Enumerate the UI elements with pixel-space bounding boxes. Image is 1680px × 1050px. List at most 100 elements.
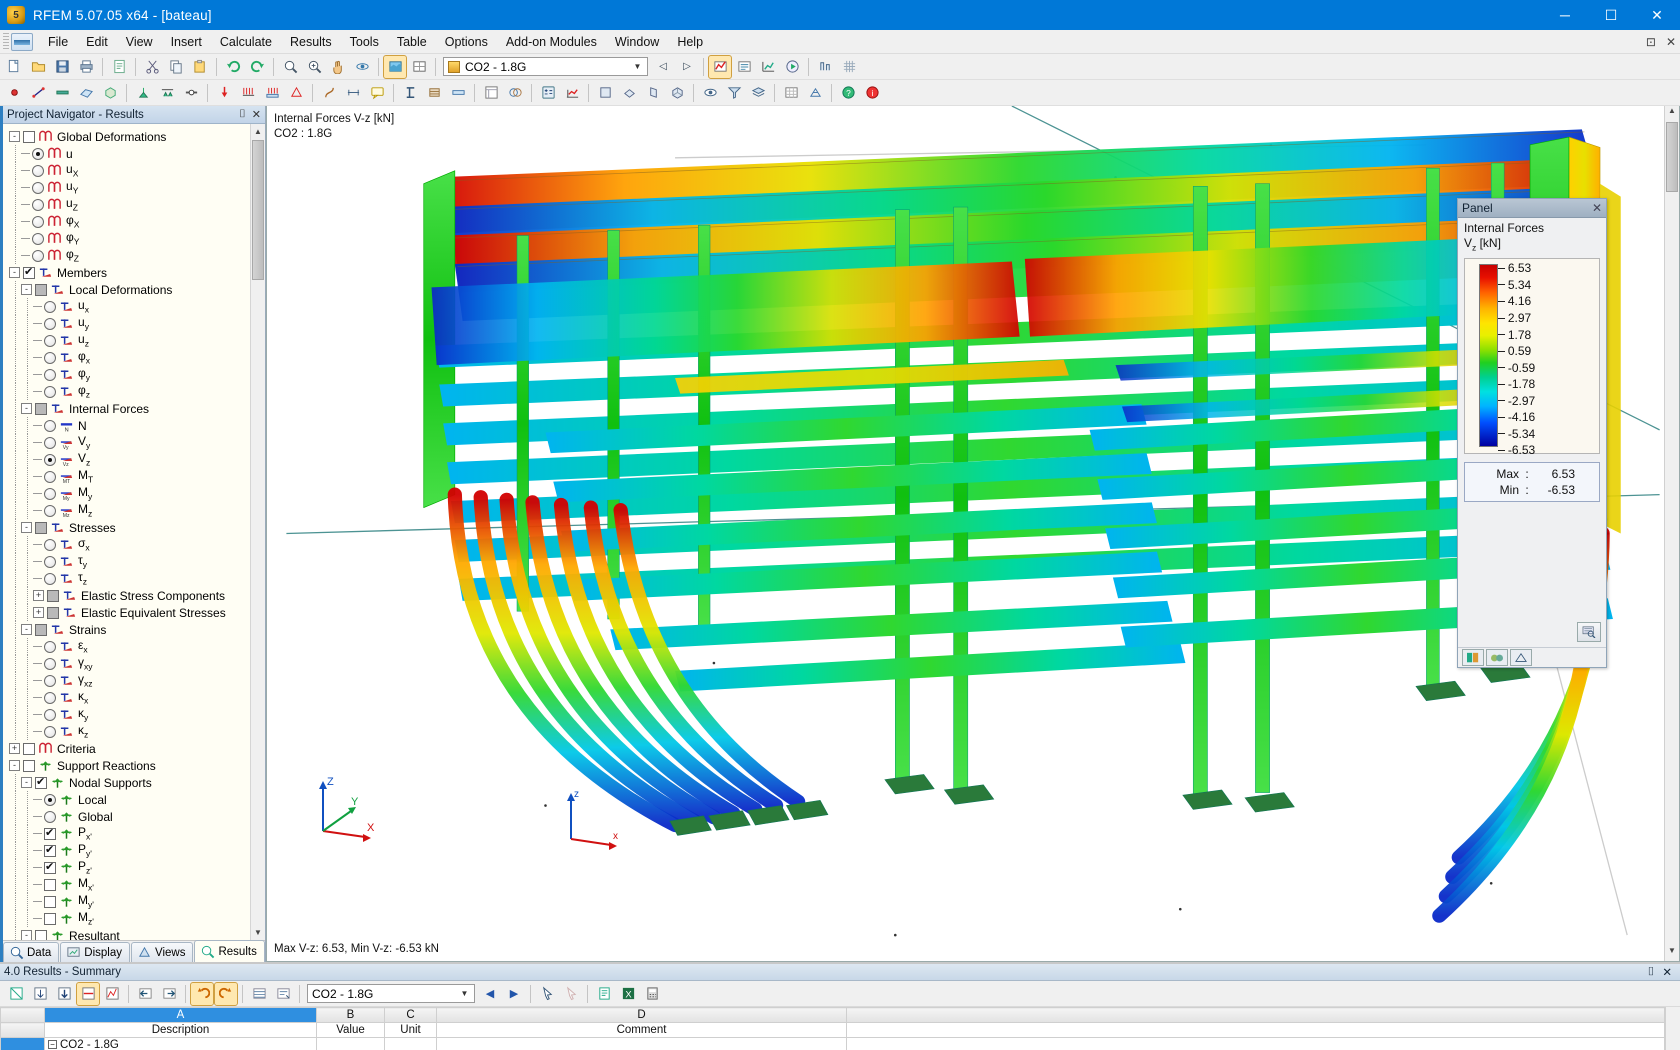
next-loadcase-button[interactable]: ▷: [676, 56, 698, 78]
tree-item-p[interactable]: Pz': [9, 859, 265, 876]
window-controls[interactable]: ─ ☐ ✕: [1542, 0, 1680, 30]
tree-radio[interactable]: [44, 504, 56, 517]
tree-item-p[interactable]: Px': [9, 825, 265, 842]
row-header-cell[interactable]: [0, 1037, 45, 1050]
tree-checkbox[interactable]: [44, 912, 56, 925]
results-tree[interactable]: - Global Deformations uuXuYuZφXφYφZ - Member…: [3, 124, 265, 940]
model-viewport[interactable]: Internal Forces V-z [kN] CO2 : 1.8G Z X …: [266, 106, 1680, 962]
node-button[interactable]: [3, 82, 25, 104]
zoom-all-button[interactable]: [303, 56, 325, 78]
tree-radio[interactable]: [44, 453, 56, 466]
pan-button[interactable]: [327, 56, 349, 78]
col-letter-c[interactable]: C: [384, 1007, 437, 1023]
menu-item-view[interactable]: View: [117, 32, 162, 52]
navigator-close-icon[interactable]: ✕: [252, 108, 261, 121]
viewport-vertical-scrollbar[interactable]: ▲ ▼: [1664, 106, 1679, 961]
tree-checkbox[interactable]: [23, 742, 35, 755]
tree-radio[interactable]: [44, 810, 56, 823]
menu-grip-handle[interactable]: [3, 32, 9, 51]
tree-item-local[interactable]: Local: [9, 791, 265, 808]
view-top-button[interactable]: [618, 82, 640, 104]
menu-item-window[interactable]: Window: [606, 32, 668, 52]
nodal-load-button[interactable]: [213, 82, 235, 104]
tree-item-m[interactable]: My My: [9, 485, 265, 502]
results-panel[interactable]: Panel ✕ Internal Forces Vz [kN] 6.53 5.34…: [1457, 198, 1607, 668]
tree-radio[interactable]: [44, 538, 56, 551]
navigator-scrollbar[interactable]: ▲ ▼: [250, 124, 265, 940]
close-button[interactable]: ✕: [1634, 0, 1680, 30]
tree-radio[interactable]: [44, 351, 56, 364]
row-collapse-icon[interactable]: −: [48, 1040, 57, 1050]
fe-mesh-button[interactable]: [804, 82, 826, 104]
table-go-last-button[interactable]: [53, 983, 75, 1005]
dimension-button[interactable]: [342, 82, 364, 104]
tree-item-u[interactable]: uZ: [9, 196, 265, 213]
tree-checkbox[interactable]: [44, 860, 56, 874]
table-pin-icon[interactable]: ⌷: [1647, 966, 1654, 979]
nav-scroll-down-icon[interactable]: ▼: [251, 925, 265, 940]
tree-item-m[interactable]: My': [9, 893, 265, 910]
nav-scroll-up-icon[interactable]: ▲: [251, 124, 265, 139]
tree-item-internal-forces[interactable]: - Internal Forces: [9, 400, 265, 417]
table-select-in-model-button[interactable]: [536, 983, 558, 1005]
show-results-button[interactable]: [708, 54, 732, 79]
table-filter-button[interactable]: [76, 981, 100, 1006]
tree-item-n[interactable]: NN: [9, 417, 265, 434]
nav-tab-results[interactable]: Results: [194, 940, 265, 962]
tree-item-criteria[interactable]: + Criteria: [9, 740, 265, 757]
nav-tab-views[interactable]: Views: [131, 942, 194, 962]
pin-icon[interactable]: ⌷: [239, 108, 246, 121]
tree-item-u[interactable]: u: [9, 145, 265, 162]
nav-scroll-thumb[interactable]: [252, 140, 264, 280]
nav-tab-display[interactable]: Display: [60, 942, 131, 962]
sections-button[interactable]: [814, 56, 836, 78]
wireframe-button[interactable]: [408, 56, 430, 78]
tree-item-support-reactions[interactable]: - Support Reactions: [9, 757, 265, 774]
view-side-button[interactable]: [642, 82, 664, 104]
menu-item-calculate[interactable]: Calculate: [211, 32, 281, 52]
render-mode-button[interactable]: [383, 54, 407, 79]
tree-radio[interactable]: [44, 300, 56, 313]
tree-radio[interactable]: [44, 317, 56, 330]
tree-expander[interactable]: +: [33, 607, 44, 618]
menu-item-file[interactable]: File: [39, 32, 77, 52]
tree-expander[interactable]: -: [9, 760, 20, 771]
rotate-view-button[interactable]: [351, 56, 373, 78]
cross-section-button[interactable]: [399, 82, 421, 104]
menu-item-addon-modules[interactable]: Add-on Modules: [497, 32, 606, 52]
cell-description[interactable]: − CO2 - 1.8G: [44, 1037, 317, 1050]
tree-expander[interactable]: +: [33, 590, 44, 601]
tree-item-local-deformations[interactable]: - Local Deformations: [9, 281, 265, 298]
magnifier-icon[interactable]: [1577, 622, 1601, 642]
table-info-button[interactable]: [560, 983, 582, 1005]
filter-button[interactable]: [723, 82, 745, 104]
tree-expander[interactable]: -: [21, 624, 32, 635]
tree-radio[interactable]: [44, 334, 56, 347]
imperfection-button[interactable]: [318, 82, 340, 104]
tree-radio[interactable]: [32, 215, 44, 228]
menu-item-table[interactable]: Table: [388, 32, 436, 52]
panel-tab-factors[interactable]: [1486, 649, 1508, 666]
table-edit-button[interactable]: [5, 983, 27, 1005]
info-button[interactable]: i: [861, 82, 883, 104]
menu-item-results[interactable]: Results: [281, 32, 341, 52]
tree-radio[interactable]: [44, 470, 56, 483]
table-next-column-button[interactable]: [158, 983, 180, 1005]
table-chart-button[interactable]: [101, 983, 123, 1005]
tree-radio[interactable]: [44, 419, 56, 432]
member-load-button[interactable]: [237, 82, 259, 104]
results-table-body[interactable]: −CO2 - 1.8G—Sum of loads in X0.00kN—Sum …: [0, 1037, 1666, 1050]
panel-tab-filter[interactable]: [1510, 649, 1532, 666]
tree-item--[interactable]: σx: [9, 536, 265, 553]
tree-item-nodal-supports[interactable]: - Nodal Supports: [9, 774, 265, 791]
menu-item-tools[interactable]: Tools: [341, 32, 388, 52]
tree-item-global-deformations[interactable]: - Global Deformations: [9, 128, 265, 145]
tree-item--[interactable]: κz: [9, 723, 265, 740]
grid-vertical-scrollbar[interactable]: [1665, 1007, 1680, 1050]
tree-item--[interactable]: φX: [9, 213, 265, 230]
tree-radio[interactable]: [44, 674, 56, 687]
tree-checkbox[interactable]: [44, 843, 56, 857]
tree-radio[interactable]: [32, 164, 44, 177]
tree-radio[interactable]: [44, 368, 56, 381]
tree-checkbox[interactable]: [44, 895, 56, 908]
